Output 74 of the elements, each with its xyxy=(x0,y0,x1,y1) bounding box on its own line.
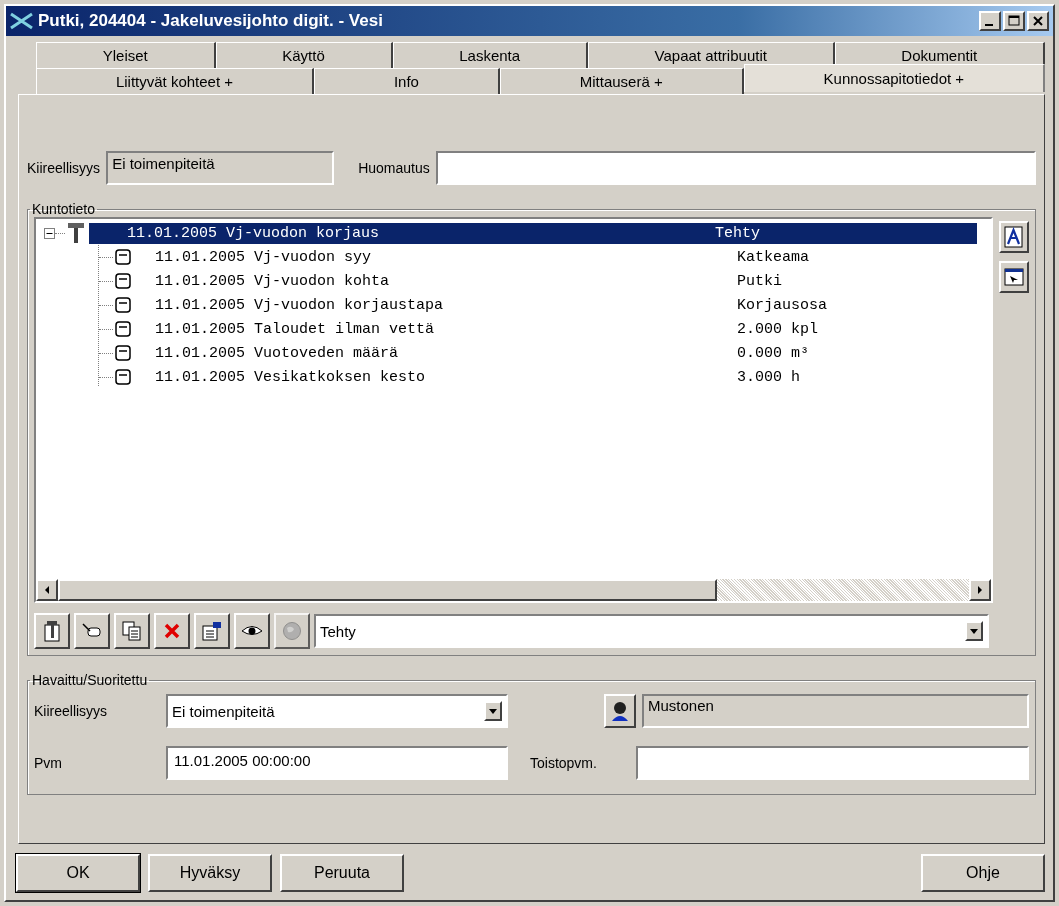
group-title: Havaittu/Suoritettu xyxy=(31,672,149,688)
tree-item[interactable]: 11.01.2005 Vj-vuodon kohta Putki xyxy=(117,270,977,292)
tab[interactable]: Vapaat attribuutit xyxy=(587,42,835,68)
close-icon xyxy=(1032,15,1044,27)
eye-icon xyxy=(241,624,263,638)
tab[interactable]: Info xyxy=(314,68,500,94)
person-field: Mustonen xyxy=(642,694,1029,728)
window-title: Putki, 204404 - Jakeluvesijohto digit. - Vesi xyxy=(38,11,383,31)
collapse-icon[interactable] xyxy=(44,227,55,239)
window-button[interactable] xyxy=(999,261,1029,293)
tree-item[interactable]: 11.01.2005 Vj-vuodon syy Katkeama xyxy=(117,246,977,268)
delete-button[interactable] xyxy=(154,613,190,649)
maximize-icon xyxy=(1008,15,1020,27)
maximize-button[interactable] xyxy=(1003,11,1025,31)
form-icon xyxy=(115,369,131,385)
copy-button[interactable] xyxy=(114,613,150,649)
form-icon xyxy=(115,345,131,361)
dialog-button[interactable]: Ohje xyxy=(921,854,1045,892)
tab[interactable]: Liittyvät kohteet + xyxy=(36,68,314,94)
urgency-field: Ei toimenpiteitä xyxy=(106,151,335,185)
window-icon xyxy=(1004,267,1024,287)
person-button[interactable] xyxy=(604,694,636,728)
left-arrow-icon[interactable] xyxy=(43,585,51,595)
globe-button[interactable] xyxy=(274,613,310,649)
tree-item[interactable]: 11.01.2005 Vuotoveden määrä 0.000 m³ xyxy=(117,342,977,364)
field-label: Kiireellisyys xyxy=(34,703,109,719)
dialog-button[interactable]: Peruuta xyxy=(280,854,404,892)
hammer-icon xyxy=(67,222,85,244)
field-label: Kiireellisyys xyxy=(27,160,101,176)
hammer-page-icon xyxy=(42,620,62,642)
dropdown-arrow-icon xyxy=(489,708,497,714)
minimize-button[interactable] xyxy=(979,11,1001,31)
field-label: Toistopvm. xyxy=(530,755,598,771)
globe-icon xyxy=(282,621,302,641)
note-field[interactable] xyxy=(435,151,1036,185)
repeat-date-field[interactable] xyxy=(636,746,1029,780)
copy-icon xyxy=(121,620,143,642)
close-button[interactable] xyxy=(1027,11,1049,31)
tree-list[interactable] xyxy=(34,217,993,603)
new-button[interactable] xyxy=(34,613,70,649)
tab[interactable]: Käyttö xyxy=(215,42,393,68)
horizontal-scrollbar[interactable] xyxy=(36,579,991,601)
tab[interactable]: Laskenta xyxy=(392,42,588,68)
form-icon xyxy=(115,297,131,313)
letter-icon xyxy=(1004,226,1024,248)
tree-item[interactable]: 11.01.2005 Vj-vuodon korjaus Tehty xyxy=(89,222,977,244)
person-icon xyxy=(610,700,630,722)
tree-item[interactable]: 11.01.2005 Vesikatkoksen kesto 3.000 h xyxy=(117,366,977,388)
field-label: Pvm xyxy=(34,755,63,771)
properties-button[interactable] xyxy=(194,613,230,649)
view-button[interactable] xyxy=(234,613,270,649)
form-icon xyxy=(115,249,131,265)
form-icon xyxy=(115,321,131,337)
tree-item[interactable]: 11.01.2005 Taloudet ilman vettä 2.000 kpl xyxy=(117,318,977,340)
link-button[interactable] xyxy=(74,613,110,649)
minimize-icon xyxy=(985,24,993,26)
field-label: Huomautus xyxy=(358,160,430,176)
tree-item[interactable]: 11.01.2005 Vj-vuodon korjaustapa Korjausosa xyxy=(117,294,977,316)
dialog-button[interactable]: OK xyxy=(16,854,140,892)
app-icon xyxy=(10,11,34,31)
delete-icon xyxy=(163,622,181,640)
urgency-dropdown[interactable]: Ei toimenpiteitä xyxy=(166,694,508,728)
properties-icon xyxy=(201,620,223,642)
status-dropdown[interactable]: Tehty xyxy=(314,614,989,648)
group-title: Kuntotieto xyxy=(31,201,97,217)
dialog-button[interactable]: Hyväksy xyxy=(148,854,272,892)
form-icon xyxy=(115,273,131,289)
right-arrow-icon[interactable] xyxy=(976,585,984,595)
dropdown-arrow-icon xyxy=(970,628,978,634)
tab[interactable]: Mittauserä + xyxy=(499,68,744,94)
text-style-button[interactable] xyxy=(999,221,1029,253)
tab[interactable]: Kunnossapitotiedot + xyxy=(743,64,1045,92)
tab[interactable]: Yleiset xyxy=(36,42,216,68)
date-field[interactable]: 11.01.2005 00:00:00 xyxy=(166,746,508,780)
